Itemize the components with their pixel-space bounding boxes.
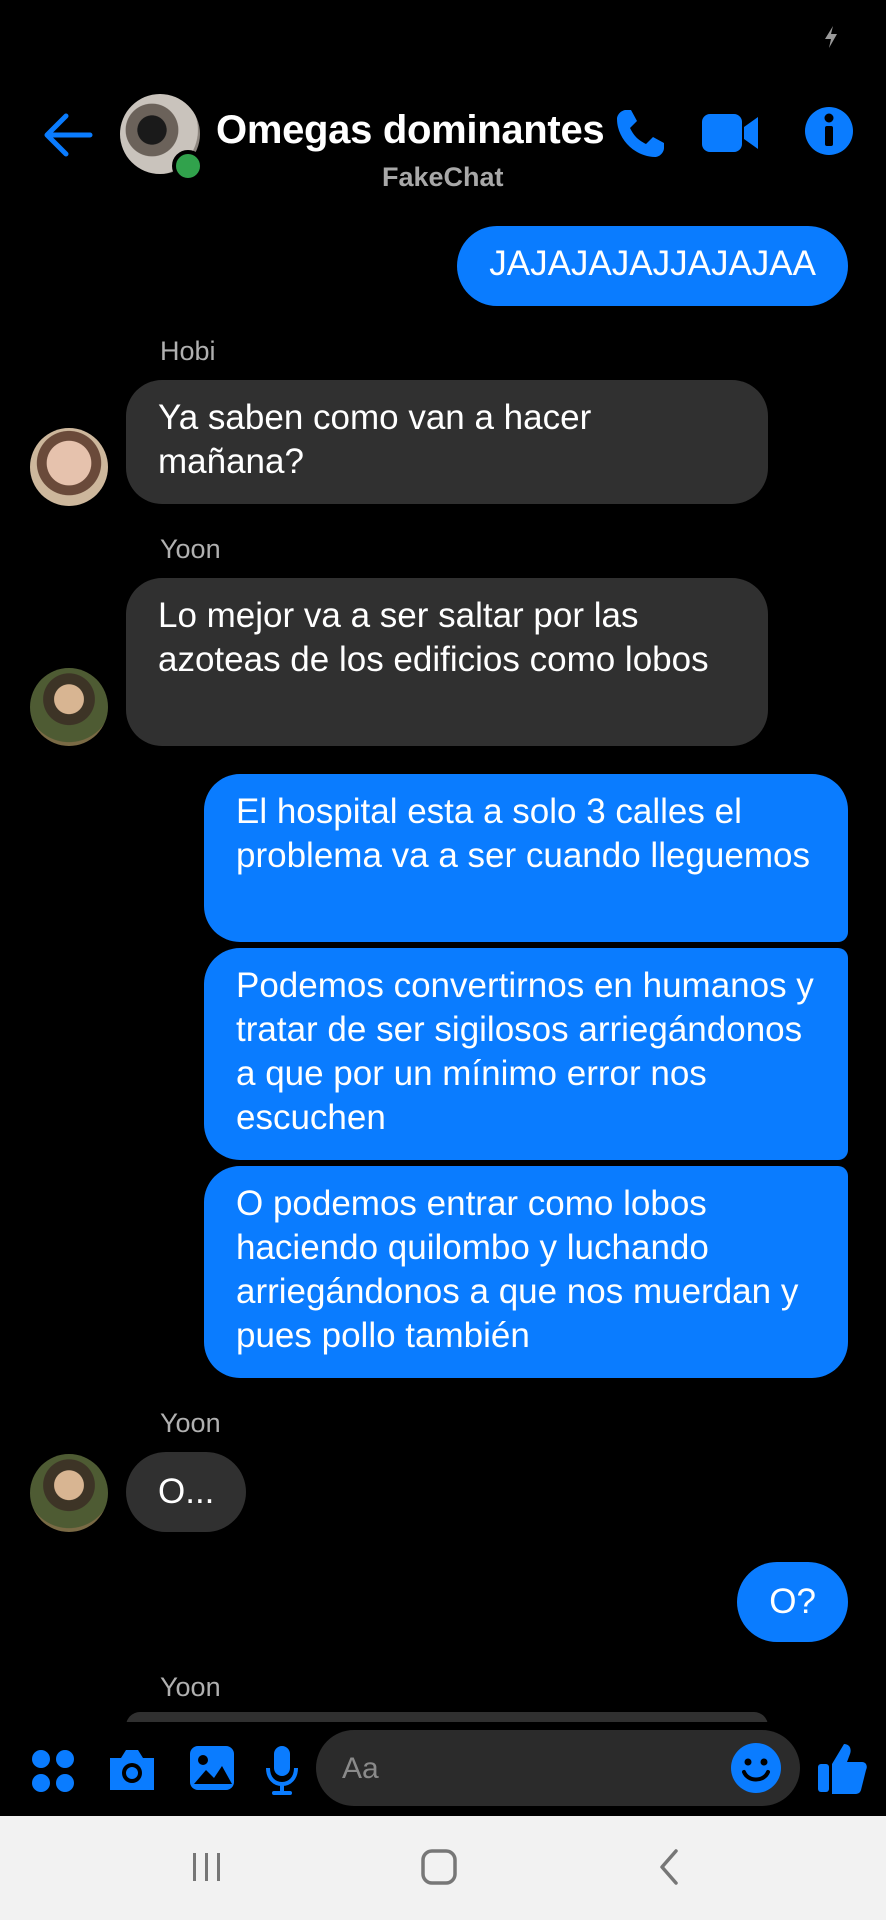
sender-name: Yoon: [160, 1408, 221, 1438]
sender-name: Hobi: [160, 336, 216, 366]
message-bubble-out[interactable]: JAJAJAJAJJAJAJAA: [457, 226, 848, 306]
video-camera-icon[interactable]: [700, 110, 760, 156]
thumbs-up-icon[interactable]: [816, 1740, 868, 1796]
camera-icon[interactable]: [106, 1746, 158, 1794]
avatar-yoon[interactable]: [30, 668, 108, 746]
message-bubble-out[interactable]: O?: [737, 1562, 848, 1642]
home-icon[interactable]: [420, 1848, 458, 1886]
recent-apps-icon[interactable]: [190, 1850, 224, 1884]
message-bubble-in[interactable]: Ya saben como van a hacer mañana?: [126, 380, 768, 504]
message-bubble-in[interactable]: Lo mejor va a ser saltar por las azoteas…: [126, 578, 768, 746]
message-bubble-out[interactable]: O podemos entrar como lobos haciendo qui…: [204, 1166, 848, 1378]
avatar-yoon[interactable]: [30, 1454, 108, 1532]
message-bubble-out[interactable]: El hospital esta a solo 3 calles el prob…: [204, 774, 848, 942]
phone-icon[interactable]: [612, 106, 668, 162]
sender-name: Yoon: [160, 1672, 221, 1702]
chat-title[interactable]: Omegas dominantes: [216, 108, 605, 153]
back-icon[interactable]: [656, 1848, 682, 1886]
sender-name: Yoon: [160, 534, 221, 564]
microphone-icon[interactable]: [264, 1744, 300, 1796]
gallery-icon[interactable]: [188, 1744, 236, 1792]
message-input[interactable]: [316, 1730, 800, 1806]
message-bubble-in[interactable]: O...: [126, 1452, 247, 1532]
back-arrow-icon[interactable]: [40, 108, 94, 162]
info-icon[interactable]: [804, 106, 854, 156]
message-input-placeholder: Aa: [342, 1752, 379, 1785]
chat-subtitle: FakeChat: [382, 162, 504, 192]
emoji-icon[interactable]: [730, 1742, 782, 1794]
apps-icon[interactable]: [30, 1748, 76, 1794]
flash-icon: [825, 26, 837, 48]
avatar-hobi[interactable]: [30, 428, 108, 506]
online-indicator: [172, 150, 204, 182]
message-bubble-out[interactable]: Podemos convertirnos en humanos y tratar…: [204, 948, 848, 1160]
